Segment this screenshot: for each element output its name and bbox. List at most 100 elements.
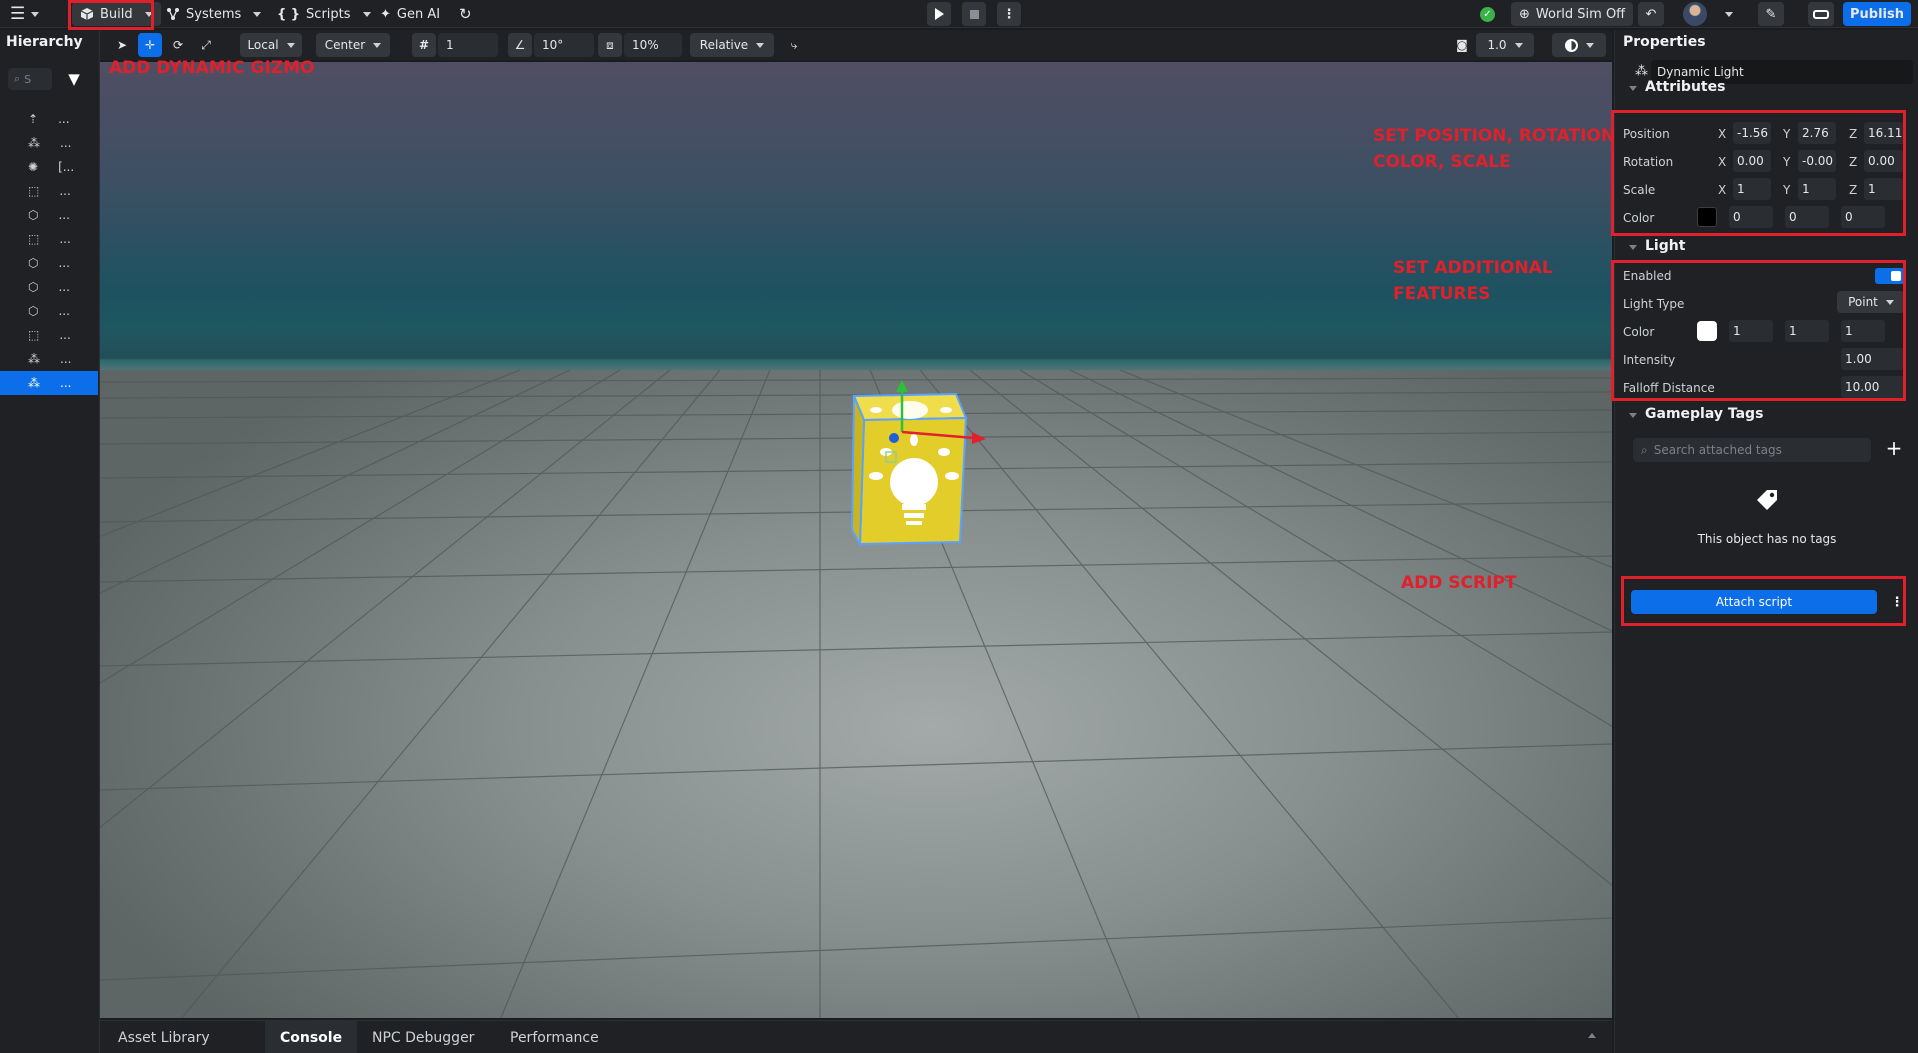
stop-button[interactable] [962, 2, 986, 26]
tab-console[interactable]: Console [265, 1021, 357, 1053]
hierarchy-item[interactable]: ⬡... [0, 275, 98, 299]
chevron-down-icon [1514, 42, 1523, 48]
vr-headset-icon [1813, 9, 1829, 19]
chevron-down-icon [1885, 299, 1894, 305]
build-label: Build [100, 6, 133, 22]
tag-search-input[interactable]: ⌕ Search attached tags [1633, 438, 1871, 462]
scale-snap-input[interactable]: 10% [624, 33, 682, 57]
filter-button[interactable]: ▼ [62, 68, 86, 90]
rotation-label: Rotation [1623, 155, 1674, 169]
space-dropdown[interactable]: Local [240, 33, 302, 57]
position-y-input[interactable]: 2.76 [1798, 122, 1836, 144]
play-button[interactable] [927, 2, 951, 26]
light-color-b-input[interactable]: 1 [1841, 320, 1885, 342]
scale-y-input[interactable]: 1 [1798, 178, 1836, 200]
rotate-tool[interactable]: ⟳ [166, 33, 190, 57]
refresh-button[interactable]: ↻ [459, 0, 472, 28]
more-options-button[interactable]: ⋮ [997, 2, 1021, 26]
attach-script-button[interactable]: Attach script [1631, 590, 1877, 614]
dynamic-light-gizmo[interactable] [848, 380, 1008, 548]
chevron-down-icon [31, 11, 40, 17]
light-type-dropdown[interactable]: Point [1837, 291, 1905, 313]
scale-snap-toggle[interactable]: ⧈ [598, 33, 622, 57]
rotation-snap-toggle[interactable]: ∠ [508, 33, 532, 57]
move-tool[interactable]: ✛ [138, 33, 162, 57]
collapse-caret-icon[interactable] [1629, 413, 1637, 418]
position-x-input[interactable]: -1.56 [1733, 122, 1771, 144]
mode-dropdown[interactable]: Relative [690, 33, 774, 57]
rotation-x-input[interactable]: 0.00 [1733, 150, 1771, 172]
color-b-input[interactable]: 0 [1841, 206, 1885, 228]
hierarchy-search-input[interactable]: ⌕ S [8, 68, 52, 90]
tab-npc-debugger[interactable]: NPC Debugger [354, 1021, 492, 1053]
build-menu-button[interactable]: Build [72, 2, 161, 26]
light-color-swatch[interactable] [1697, 321, 1717, 341]
scale-label: Scale [1623, 183, 1656, 197]
color-g-input[interactable]: 0 [1785, 206, 1829, 228]
axis-z-label: Z [1849, 183, 1858, 197]
enabled-toggle[interactable] [1875, 268, 1905, 284]
scale-snap-icon: ⧈ [606, 37, 614, 52]
hierarchy-item[interactable]: ⬡... [0, 251, 98, 275]
color-label: Color [1623, 211, 1655, 225]
light-color-r-input[interactable]: 1 [1729, 320, 1773, 342]
user-menu-button[interactable] [1683, 0, 1733, 28]
rotation-y-input[interactable]: -0.00 [1798, 150, 1836, 172]
intensity-input[interactable]: 1.00 [1841, 348, 1905, 370]
systems-label: Systems [186, 6, 242, 22]
rotation-z-input[interactable]: 0.00 [1864, 150, 1904, 172]
mesh-icon: ⬡ [28, 256, 39, 270]
surface-snap-tool[interactable]: ⤷ [782, 33, 806, 57]
select-tool[interactable]: ➤ [110, 33, 134, 57]
light-color-g-input[interactable]: 1 [1785, 320, 1829, 342]
hierarchy-item[interactable]: ✺ [... [0, 155, 98, 179]
world-sim-toggle[interactable]: ⊕ World Sim Off [1511, 2, 1634, 26]
chevron-up-icon[interactable] [1588, 1033, 1596, 1038]
hierarchy-item[interactable]: ⇡... [0, 107, 98, 131]
main-menu-button[interactable]: ☰ [10, 0, 40, 28]
undo-button[interactable]: ↶ [1638, 2, 1664, 26]
position-z-input[interactable]: 16.11 [1864, 122, 1904, 144]
grid-snap-input[interactable]: 1 [438, 33, 498, 57]
systems-menu-button[interactable]: Systems [166, 0, 262, 28]
properties-title: Properties [1623, 34, 1706, 50]
hierarchy-item[interactable]: ⬡... [0, 299, 98, 323]
camera-button[interactable]: ◙ [1450, 33, 1474, 57]
tab-asset-library[interactable]: Asset Library [100, 1021, 228, 1053]
scene-viewport[interactable] [100, 62, 1612, 1018]
color-r-input[interactable]: 0 [1729, 206, 1773, 228]
scale-tool[interactable]: ⤢ [194, 33, 218, 57]
collapse-caret-icon[interactable] [1629, 86, 1637, 91]
mic-mute-button[interactable]: ✎ [1758, 2, 1784, 26]
script-options-button[interactable]: ⋮ [1887, 590, 1907, 614]
scripts-menu-button[interactable]: { } Scripts [277, 0, 371, 28]
hierarchy-item[interactable]: ⁂... [0, 131, 98, 155]
hierarchy-item[interactable]: ⁂... [0, 347, 98, 371]
rotation-snap-input[interactable]: 10° [534, 33, 594, 57]
add-tag-button[interactable]: + [1883, 436, 1905, 462]
no-tags-text: This object has no tags [1697, 532, 1837, 546]
trigger-box-icon: ⬚ [28, 232, 40, 246]
collapse-caret-icon[interactable] [1629, 245, 1637, 250]
color-swatch[interactable] [1697, 207, 1717, 227]
mesh-icon: ⬡ [28, 304, 39, 318]
hierarchy-item-selected[interactable]: ⁂... [0, 371, 98, 395]
tab-performance[interactable]: Performance [492, 1021, 617, 1053]
scale-z-input[interactable]: 1 [1864, 178, 1904, 200]
snap-icon: ⤷ [790, 37, 798, 52]
hierarchy-item[interactable]: ⬚... [0, 323, 98, 347]
falloff-input[interactable]: 10.00 [1841, 376, 1905, 398]
axis-x-label: X [1718, 127, 1727, 141]
vr-headset-button[interactable] [1808, 2, 1834, 26]
pivot-dropdown[interactable]: Center [316, 33, 390, 57]
hierarchy-item[interactable]: ⬚... [0, 227, 98, 251]
scale-x-input[interactable]: 1 [1733, 178, 1771, 200]
grid-snap-toggle[interactable]: # [412, 33, 436, 57]
camera-speed-dropdown[interactable]: 1.0 [1476, 33, 1534, 57]
publish-button[interactable]: Publish [1843, 2, 1911, 26]
hierarchy-item[interactable]: ⬚... [0, 179, 98, 203]
hierarchy-item-label: ... [60, 376, 72, 390]
render-mode-dropdown[interactable] [1552, 33, 1606, 57]
gen-ai-button[interactable]: ✦ Gen AI [380, 0, 440, 28]
hierarchy-item[interactable]: ⬡... [0, 203, 98, 227]
